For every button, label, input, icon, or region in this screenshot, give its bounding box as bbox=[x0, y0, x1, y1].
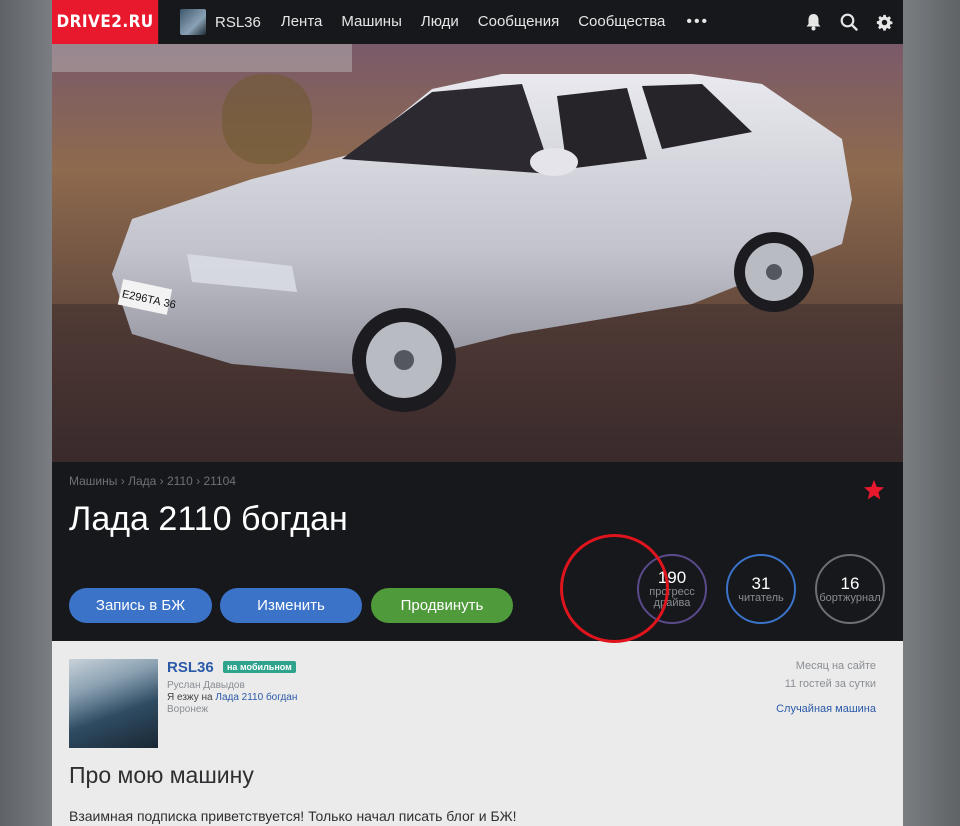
time-on-site: Месяц на сайте bbox=[795, 660, 876, 672]
journal-label: бортжурнал bbox=[819, 591, 881, 604]
breadcrumb: Машины › Лада › 2110 › 21104 bbox=[69, 474, 236, 488]
breadcrumb-separator: › bbox=[120, 474, 125, 488]
owner-full-name: Руслан Давыдов bbox=[167, 680, 245, 691]
left-background bbox=[0, 0, 52, 826]
breadcrumb-lada[interactable]: Лада bbox=[128, 474, 156, 488]
breadcrumb-21104[interactable]: 21104 bbox=[204, 474, 236, 488]
owner-city: Воронеж bbox=[167, 704, 209, 715]
nav-icons bbox=[805, 0, 893, 44]
owner-nick[interactable]: RSL36 bbox=[167, 659, 214, 676]
owner-avatar[interactable] bbox=[69, 659, 158, 748]
nav-link-messages[interactable]: Сообщения bbox=[478, 13, 559, 31]
car-title: Лада 2110 богдан bbox=[69, 500, 348, 538]
readers-label: читатель bbox=[738, 591, 784, 604]
about-car-heading: Про мою машину bbox=[69, 762, 254, 788]
about-car-text: Взаимная подписка приветствуется! Только… bbox=[69, 808, 517, 824]
nav-avatar[interactable] bbox=[180, 9, 206, 35]
journal-stat[interactable]: 16 бортжурнал bbox=[815, 554, 885, 624]
gear-icon[interactable] bbox=[876, 14, 893, 31]
promote-button[interactable]: Продвинуть bbox=[371, 588, 513, 623]
drives-prefix: Я езжу на bbox=[167, 692, 213, 703]
car-photo[interactable]: Е296ТА 36 bbox=[52, 44, 903, 462]
journal-value: 16 bbox=[840, 573, 860, 593]
random-car-link[interactable]: Случайная машина bbox=[776, 703, 876, 715]
readers-value: 31 bbox=[751, 573, 771, 593]
more-menu-icon[interactable]: ••• bbox=[686, 13, 709, 31]
owner-profile: RSL36 на мобильном Руслан Давыдов Я езжу… bbox=[52, 641, 903, 826]
breadcrumb-separator: › bbox=[196, 474, 201, 488]
page: DRIVE2.RU RSL36 Лента Машины Люди Сообще… bbox=[52, 0, 903, 826]
star-icon[interactable] bbox=[863, 479, 885, 505]
nav-user[interactable]: RSL36 bbox=[180, 9, 261, 35]
nav-link-feed[interactable]: Лента bbox=[281, 13, 323, 31]
nav-link-cars[interactable]: Машины bbox=[341, 13, 401, 31]
top-navigation: DRIVE2.RU RSL36 Лента Машины Люди Сообще… bbox=[52, 0, 903, 44]
highlight-circle bbox=[560, 534, 669, 643]
bell-icon[interactable] bbox=[805, 13, 822, 31]
mobile-badge: на мобильном bbox=[223, 661, 296, 673]
edit-button[interactable]: Изменить bbox=[220, 588, 362, 623]
nav-username[interactable]: RSL36 bbox=[215, 14, 261, 31]
owned-car-link[interactable]: Лада 2110 богдан bbox=[215, 692, 297, 703]
car-info-panel: Машины › Лада › 2110 › 21104 Лада 2110 б… bbox=[52, 462, 903, 641]
search-icon[interactable] bbox=[840, 13, 858, 31]
owner-drives: Я езжу на Лада 2110 богдан bbox=[167, 692, 297, 703]
right-background bbox=[903, 0, 960, 826]
breadcrumb-cars[interactable]: Машины bbox=[69, 474, 117, 488]
site-logo[interactable]: DRIVE2.RU bbox=[52, 0, 159, 44]
nav-link-people[interactable]: Люди bbox=[421, 13, 459, 31]
daily-guests: 11 гостей за сутки bbox=[784, 678, 876, 690]
breadcrumb-separator: › bbox=[159, 474, 164, 488]
car-illustration: Е296ТА 36 bbox=[52, 44, 903, 462]
nav-link-communities[interactable]: Сообщества bbox=[578, 13, 665, 31]
nav-links: Лента Машины Люди Сообщения Сообщества •… bbox=[281, 13, 709, 31]
readers-stat[interactable]: 31 читатель bbox=[726, 554, 796, 624]
journal-entry-button[interactable]: Запись в БЖ bbox=[69, 588, 212, 623]
breadcrumb-2110[interactable]: 2110 bbox=[167, 474, 193, 488]
